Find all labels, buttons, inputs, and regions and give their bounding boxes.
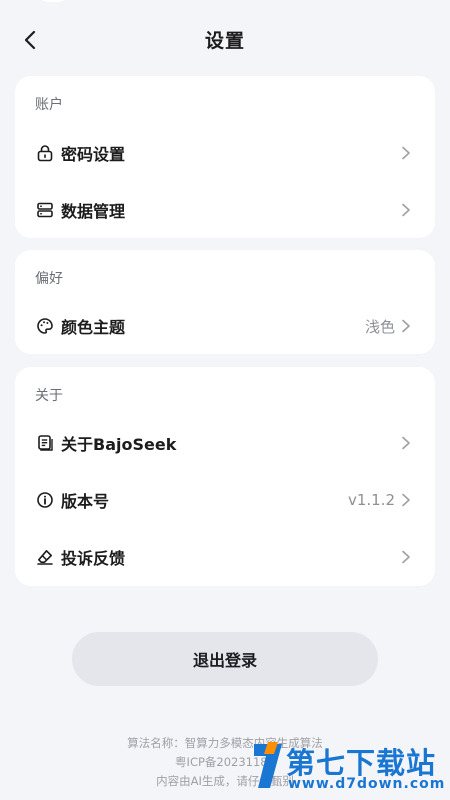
color-theme-label: 颜色主题 [61, 318, 126, 337]
palette-icon [36, 317, 54, 335]
password-settings-label: 密码设置 [61, 145, 126, 164]
feedback-row[interactable]: 投诉反馈 [15, 529, 435, 585]
storage-icon [36, 201, 54, 219]
color-theme-value: 浅色 [364, 317, 395, 336]
password-settings-row[interactable]: 密码设置 [15, 125, 435, 181]
lock-icon [36, 144, 54, 162]
color-theme-row[interactable]: 颜色主题 浅色 [15, 298, 435, 354]
version-row[interactable]: 版本号 v1.1.2 [15, 472, 435, 528]
section-label-about: 关于 [35, 388, 63, 404]
header: 设置 [0, 0, 450, 76]
page-title: 设置 [204, 30, 245, 52]
version-label: 版本号 [61, 492, 110, 511]
info-icon [36, 491, 54, 509]
section-label-preference: 偏好 [35, 271, 63, 287]
feedback-label: 投诉反馈 [61, 549, 126, 568]
account-card: 账户 密码设置 数据管理 [15, 76, 435, 238]
about-app-label: 关于BajoSeek [61, 435, 177, 454]
watermark-url: www.d7down.com [288, 776, 446, 792]
chevron-right-icon [401, 436, 415, 450]
chevron-right-icon [401, 493, 415, 507]
data-management-label: 数据管理 [61, 202, 126, 221]
eraser-icon [36, 548, 54, 566]
logout-button[interactable]: 退出登录 [72, 632, 378, 686]
chevron-right-icon [401, 550, 415, 564]
chevron-right-icon [401, 146, 415, 160]
about-app-row[interactable]: 关于BajoSeek [15, 415, 435, 471]
chevron-right-icon [401, 203, 415, 217]
preference-card: 偏好 颜色主题 浅色 [15, 250, 435, 354]
chevron-right-icon [401, 319, 415, 333]
about-card: 关于 关于BajoSeek 版本号 v1.1.2 投诉反馈 [15, 367, 435, 586]
watermark-logo-icon [254, 742, 282, 788]
watermark: 第七下载站 www.d7down.com [248, 738, 444, 796]
version-value: v1.1.2 [347, 491, 395, 509]
document-icon [36, 434, 54, 452]
section-label-account: 账户 [35, 97, 63, 113]
data-management-row[interactable]: 数据管理 [15, 182, 435, 238]
